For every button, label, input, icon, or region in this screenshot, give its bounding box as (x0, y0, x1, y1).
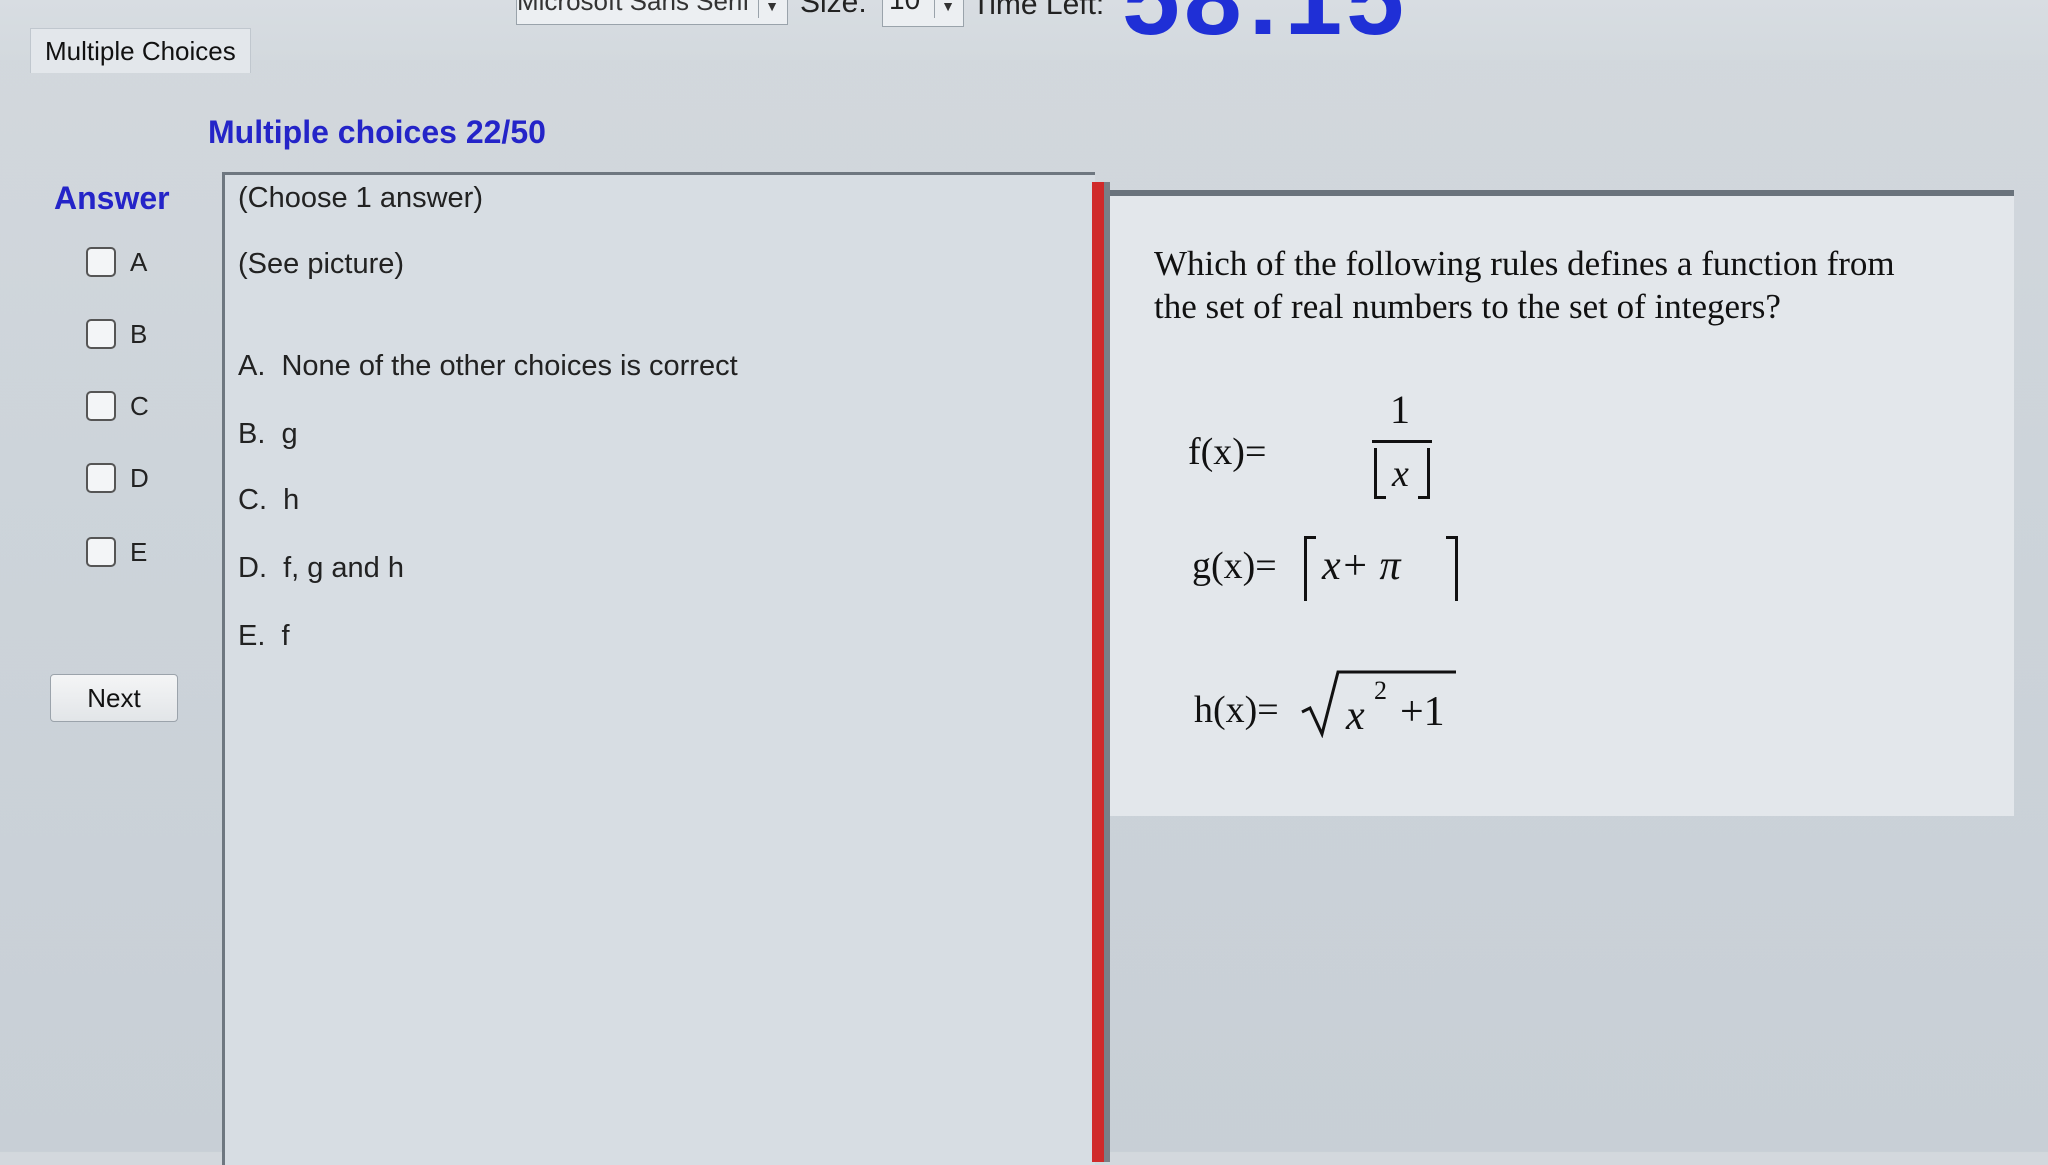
answer-heading: Answer (54, 180, 170, 216)
f-name: f(x)= (1188, 431, 1267, 473)
h-tail: +1 (1400, 689, 1445, 735)
checkbox-icon[interactable] (86, 391, 116, 421)
font-select[interactable]: Microsoft Sans Serif ▼ (516, 0, 788, 25)
checkbox-label: B (130, 318, 148, 349)
font-select-value: Microsoft Sans Serif (517, 0, 750, 16)
checkbox-icon[interactable] (86, 247, 116, 277)
tab-multiple-choices[interactable]: Multiple Choices (30, 28, 251, 73)
checkbox-icon[interactable] (86, 463, 116, 493)
checkbox-label: E (130, 536, 148, 567)
option-letter: A. (238, 350, 266, 382)
floor-bracket: x (1374, 448, 1430, 502)
ceiling-bracket: x+ π (1304, 536, 1458, 601)
h-name: h(x)= (1194, 689, 1279, 731)
chevron-down-icon[interactable]: ▼ (934, 0, 961, 18)
see-picture-text: (See picture) (238, 248, 405, 280)
next-button[interactable]: Next (50, 674, 178, 722)
g-body: x+ π (1322, 543, 1401, 589)
answer-checkbox-e[interactable]: E (86, 532, 147, 572)
answer-checkbox-d[interactable]: D (86, 458, 149, 498)
answer-checkbox-a[interactable]: A (86, 242, 147, 282)
option-letter: E. (238, 620, 266, 652)
option-letter: D. (238, 552, 267, 584)
question-counter: Multiple choices 22/50 (208, 114, 546, 150)
checkbox-icon[interactable] (86, 537, 116, 567)
option-text: None of the other choices is correct (281, 350, 738, 382)
option-d: D. f, g and h (238, 552, 404, 585)
option-a: A. None of the other choices is correct (238, 350, 738, 383)
option-e: E. f (238, 620, 290, 653)
options-panel (222, 172, 1095, 1165)
checkbox-label: D (130, 462, 149, 493)
checkbox-label: C (130, 390, 149, 421)
option-text: h (283, 484, 300, 516)
answer-checkbox-b[interactable]: B (86, 314, 147, 354)
option-text: f, g and h (283, 552, 404, 584)
f-variable: x (1392, 453, 1409, 495)
question-text: Which of the following rules defines a f… (1154, 242, 1974, 328)
option-text: f (281, 620, 290, 652)
option-text: g (281, 418, 298, 450)
option-c: C. h (238, 484, 299, 517)
question-line-2: the set of real numbers to the set of in… (1154, 287, 1781, 326)
time-left-value: 58:15 (1122, 0, 1408, 59)
chevron-down-icon[interactable]: ▼ (758, 0, 785, 18)
g-name: g(x)= (1192, 545, 1277, 587)
size-select-value: 10 (889, 0, 920, 16)
question-line-1: Which of the following rules defines a f… (1154, 244, 1895, 283)
instruction-text: (Choose 1 answer) (238, 182, 483, 214)
option-b: B. g (238, 418, 298, 451)
panel-divider[interactable] (1092, 182, 1104, 1162)
checkbox-label: A (130, 246, 148, 277)
h-exponent: 2 (1374, 676, 1387, 705)
option-letter: B. (238, 418, 266, 450)
size-label: Size: (800, 0, 867, 19)
h-variable: x (1346, 693, 1365, 739)
f-numerator: 1 (1390, 387, 1410, 432)
time-left-label: Time Left: (972, 0, 1105, 21)
question-picture: Which of the following rules defines a f… (1110, 190, 2014, 816)
fraction-bar (1372, 440, 1432, 443)
option-letter: C. (238, 484, 267, 516)
checkbox-icon[interactable] (86, 319, 116, 349)
size-select[interactable]: 10 ▼ (882, 0, 964, 27)
answer-checkbox-c[interactable]: C (86, 386, 149, 426)
